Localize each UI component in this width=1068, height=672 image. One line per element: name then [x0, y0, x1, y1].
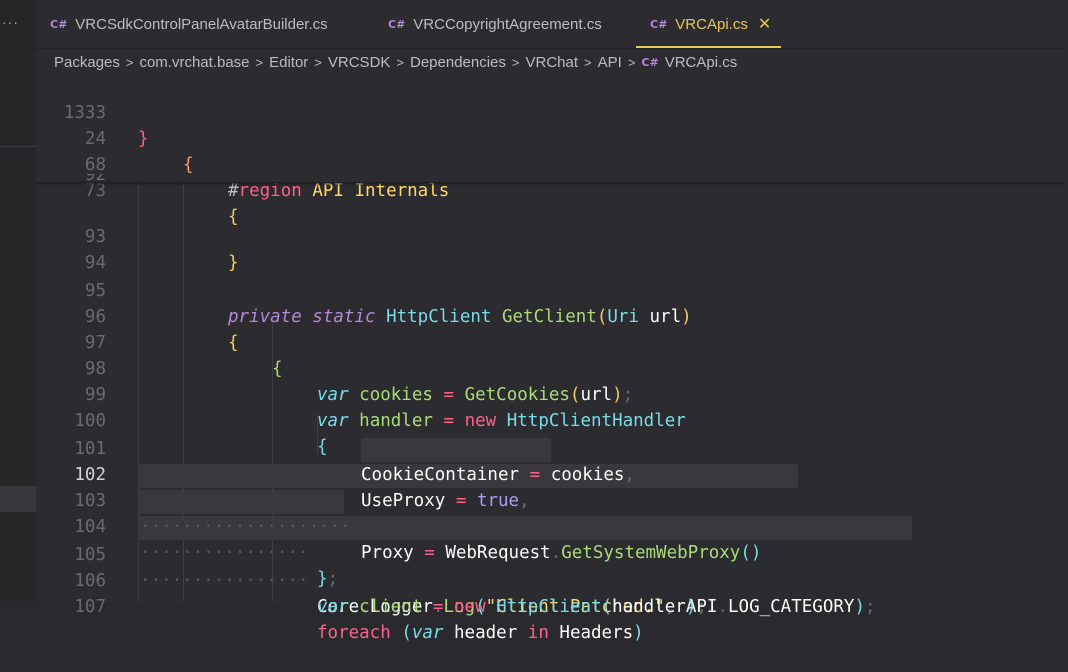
code-editor: C# VRCSdkControlPanelAvatarBuilder.cs C#…	[36, 0, 1064, 643]
chevron-right-icon: >	[314, 54, 322, 70]
tab-avatar-builder[interactable]: C# VRCSdkControlPanelAvatarBuilder.cs	[50, 0, 328, 48]
tab-bar: C# VRCSdkControlPanelAvatarBuilder.cs C#…	[36, 0, 1064, 49]
chevron-right-icon: >	[125, 54, 134, 70]
code-line[interactable]: 106 var client = new HttpClient(handler)…	[36, 542, 1064, 617]
sidebar-divider	[0, 146, 36, 147]
code-line[interactable]: 101 CookieContainer = cookies,	[36, 410, 1064, 485]
csharp-file-icon: C#	[388, 17, 406, 31]
more-icon[interactable]: ···	[2, 14, 19, 30]
sticky-line[interactable]: 24 {	[36, 100, 1064, 175]
sticky-line[interactable]: 1333 }	[36, 74, 1064, 149]
code-line[interactable]: 100 {	[36, 382, 1064, 457]
code-line[interactable]: 102 UseProxy = true,	[36, 436, 1064, 511]
code-line[interactable]: 103 ···················· Proxy = WebRequ…	[36, 462, 1064, 563]
tab-copyright-agreement[interactable]: C# VRCCopyrightAgreement.cs	[388, 0, 602, 48]
breadcrumb-item[interactable]: Editor	[269, 54, 308, 71]
chevron-right-icon: >	[255, 54, 264, 70]
code-line[interactable]: 97 {	[36, 304, 1064, 379]
code-line[interactable]: 98 var cookies = GetCookies(url);	[36, 330, 1064, 405]
code-line[interactable]: 107 foreach (var header in Headers)	[36, 568, 1064, 643]
close-icon[interactable]: ✕	[758, 14, 771, 34]
breadcrumb-item[interactable]: com.vrchat.base	[139, 54, 249, 71]
csharp-file-icon: C#	[650, 17, 668, 31]
breadcrumb-item[interactable]: Packages	[54, 54, 120, 71]
tab-label: VRCApi.cs	[675, 15, 748, 33]
breadcrumb: Packages > com.vrchat.base > Editor > VRCSD…	[54, 50, 737, 74]
code-line[interactable]: 92	[36, 174, 1064, 188]
breadcrumb-item[interactable]: VRCApi.cs	[665, 54, 738, 71]
line-number: 107	[74, 597, 106, 617]
code-line[interactable]: 96 {	[36, 278, 1064, 353]
code-line[interactable]: 93 }	[36, 198, 1064, 273]
active-tab-indicator	[636, 46, 782, 48]
tab-label: VRCCopyrightAgreement.cs	[413, 15, 602, 33]
line-number: 92	[84, 174, 106, 185]
sticky-line[interactable]: 68 #region API Internals	[36, 126, 1064, 201]
chevron-right-icon: >	[511, 54, 520, 70]
code-line[interactable]: 94	[36, 224, 1064, 273]
code-line[interactable]: 99 var handler = new HttpClientHandler	[36, 356, 1064, 431]
chevron-right-icon: >	[396, 54, 404, 70]
code-line[interactable]: 105 ················ Core.Logger.Log("Cl…	[36, 516, 1064, 617]
code-line[interactable]: 95 private static HttpClient GetClient(U…	[36, 252, 1064, 327]
breadcrumb-item[interactable]: Dependencies	[410, 54, 506, 71]
code-line[interactable]: 104 ················ };	[36, 488, 1064, 589]
code-text: var client = new HttpClient(handler);	[317, 597, 707, 617]
code-text: foreach (var header in Headers)	[317, 623, 644, 643]
breadcrumb-item[interactable]: VRChat	[526, 54, 579, 71]
breadcrumb-item[interactable]: API	[598, 54, 622, 71]
csharp-file-icon: C#	[641, 55, 659, 69]
breadcrumb-item[interactable]: VRCSDK	[328, 54, 391, 71]
csharp-file-icon: C#	[50, 17, 68, 31]
tab-label: VRCSdkControlPanelAvatarBuilder.cs	[75, 15, 328, 33]
tab-vrcapi[interactable]: C# VRCApi.cs ✕	[636, 0, 782, 48]
chevron-right-icon: >	[584, 54, 592, 70]
activity-sidebar: ···	[0, 0, 37, 601]
code-area[interactable]: 1333 } 24 { 68 #region API Internals 73 …	[36, 74, 1064, 643]
sidebar-selected-item[interactable]	[0, 486, 36, 512]
chevron-right-icon: >	[627, 54, 636, 70]
